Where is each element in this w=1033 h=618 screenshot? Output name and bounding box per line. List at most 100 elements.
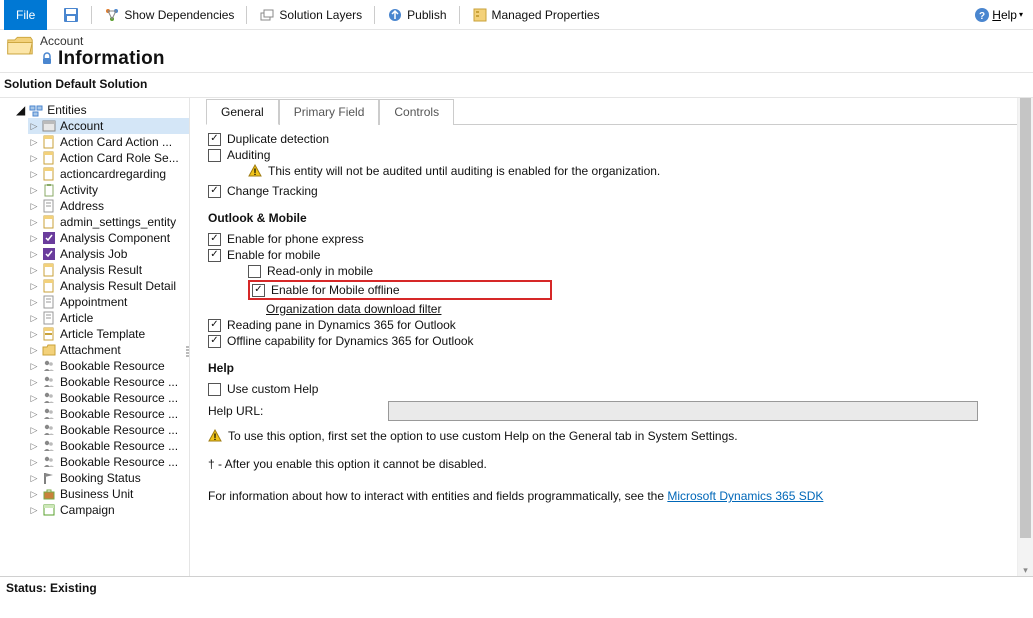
tree-item[interactable]: ▷Activity <box>28 182 189 198</box>
expand-icon[interactable]: ▷ <box>30 473 38 484</box>
expand-icon[interactable]: ▷ <box>30 489 38 500</box>
tree-pane[interactable]: ◢ Entities ▷ Account ▷ Action Card Action .… <box>0 98 190 576</box>
expand-icon[interactable]: ▷ <box>30 505 38 516</box>
expand-icon[interactable]: ▷ <box>30 137 38 148</box>
tree-item[interactable]: ▷Bookable Resource ... <box>28 438 189 454</box>
help-button[interactable]: ? Help ▾ <box>974 7 1029 23</box>
tree-item[interactable]: ▷actioncardregarding <box>28 166 189 182</box>
tree-root-entities[interactable]: ◢ Entities <box>16 102 189 118</box>
tree-item-label: Analysis Component <box>60 231 170 245</box>
tree-item[interactable]: ▷Bookable Resource ... <box>28 454 189 470</box>
tree-item[interactable]: ▷Bookable Resource ... <box>28 374 189 390</box>
tree-item-label: Action Card Action ... <box>60 135 172 149</box>
expand-icon[interactable]: ▷ <box>30 153 38 164</box>
expand-icon[interactable]: ▷ <box>30 265 38 276</box>
expand-icon[interactable]: ▷ <box>30 377 38 388</box>
expand-icon[interactable]: ▷ <box>30 201 38 212</box>
tree-item[interactable]: ▷Bookable Resource ... <box>28 422 189 438</box>
tree-item[interactable]: ▷Analysis Result <box>28 262 189 278</box>
tree-item[interactable]: ▷Attachment <box>28 342 189 358</box>
node-icon <box>42 455 56 469</box>
tree-item[interactable]: ▷Analysis Result Detail <box>28 278 189 294</box>
duplicate-detection-label: Duplicate detection <box>227 132 329 146</box>
tree-item[interactable]: ▷Article Template <box>28 326 189 342</box>
expand-icon[interactable]: ▷ <box>30 297 38 308</box>
mobile-offline-checkbox[interactable] <box>252 284 265 297</box>
use-custom-help-checkbox[interactable] <box>208 383 221 396</box>
node-icon <box>42 439 56 453</box>
auditing-checkbox[interactable] <box>208 149 221 162</box>
change-tracking-checkbox[interactable] <box>208 185 221 198</box>
publish-button[interactable]: Publish <box>379 3 454 27</box>
reading-pane-checkbox[interactable] <box>208 319 221 332</box>
separator <box>374 6 375 24</box>
tree-item-label: Address <box>60 199 104 213</box>
tree-item[interactable]: ▷Business Unit <box>28 486 189 502</box>
tree-item[interactable]: ▷Article <box>28 310 189 326</box>
separator <box>459 6 460 24</box>
tree-item[interactable]: ▷ Account <box>28 118 189 134</box>
file-button[interactable]: File <box>4 0 47 30</box>
tree-item-label: Bookable Resource ... <box>60 391 178 405</box>
tree-item[interactable]: ▷Appointment <box>28 294 189 310</box>
tab-primary-field[interactable]: Primary Field <box>279 99 380 125</box>
tree-item[interactable]: ▷Booking Status <box>28 470 189 486</box>
collapse-icon[interactable]: ◢ <box>16 103 25 117</box>
tree-item[interactable]: ▷ Bookable Resource ... <box>28 390 189 406</box>
solution-layers-button[interactable]: Solution Layers <box>251 3 370 27</box>
scroll-down-icon[interactable]: ▾ <box>1018 565 1033 576</box>
expand-icon[interactable]: ▷ <box>30 233 38 244</box>
expand-icon[interactable]: ▷ <box>30 121 38 132</box>
svg-text:!: ! <box>214 432 217 442</box>
expand-icon[interactable]: ▷ <box>30 217 38 228</box>
enable-mobile-checkbox[interactable] <box>208 249 221 262</box>
readonly-mobile-label: Read-only in mobile <box>267 264 373 278</box>
expand-icon[interactable]: ▷ <box>30 313 38 324</box>
mobile-offline-highlight: Enable for Mobile offline <box>248 280 552 300</box>
tree-item[interactable]: ▷ Action Card Action ... <box>28 134 189 150</box>
expand-icon[interactable]: ▷ <box>30 425 38 436</box>
org-data-filter-link[interactable]: Organization data download filter <box>266 302 441 316</box>
tree-item[interactable]: ▷admin_settings_entity <box>28 214 189 230</box>
expand-icon[interactable]: ▷ <box>30 441 38 452</box>
show-dependencies-button[interactable]: Show Dependencies <box>96 3 242 27</box>
expand-icon[interactable]: ▷ <box>30 409 38 420</box>
expand-icon[interactable]: ▷ <box>30 345 38 356</box>
tree-item[interactable]: ▷Campaign <box>28 502 189 518</box>
node-icon <box>42 151 56 165</box>
folder-icon <box>6 34 34 58</box>
tab-general[interactable]: General <box>206 99 279 125</box>
chevron-down-icon: ▾ <box>1019 10 1023 19</box>
sdk-text: For information about how to interact wi… <box>208 489 667 503</box>
phone-express-checkbox[interactable] <box>208 233 221 246</box>
expand-icon[interactable]: ▷ <box>30 329 38 340</box>
save-icon-button[interactable] <box>55 3 87 27</box>
expand-icon[interactable]: ▷ <box>30 169 38 180</box>
expand-icon[interactable]: ▷ <box>30 281 38 292</box>
offline-capability-checkbox[interactable] <box>208 335 221 348</box>
auditing-label: Auditing <box>227 148 270 162</box>
tree-item[interactable]: ▷Analysis Job <box>28 246 189 262</box>
tree-item[interactable]: ▷ Address <box>28 198 189 214</box>
expand-icon[interactable]: ▷ <box>30 249 38 260</box>
tab-controls[interactable]: Controls <box>379 99 454 125</box>
tree-item[interactable]: ▷Action Card Role Se... <box>28 150 189 166</box>
expand-icon[interactable]: ▷ <box>30 457 38 468</box>
expand-icon[interactable]: ▷ <box>30 393 38 404</box>
duplicate-detection-checkbox[interactable] <box>208 133 221 146</box>
tree-item-label: Account <box>60 119 103 133</box>
tree-item[interactable]: ▷Bookable Resource ... <box>28 406 189 422</box>
help-url-input[interactable] <box>388 401 978 421</box>
readonly-mobile-checkbox[interactable] <box>248 265 261 278</box>
tree-item[interactable]: ▷ Analysis Component <box>28 230 189 246</box>
node-icon <box>42 503 56 517</box>
main-pane: General Primary Field Controls Duplicate… <box>190 98 1033 576</box>
sdk-link[interactable]: Microsoft Dynamics 365 SDK <box>667 489 823 503</box>
tree-item[interactable]: ▷Bookable Resource <box>28 358 189 374</box>
main-scroll-thumb[interactable] <box>1020 98 1031 538</box>
expand-icon[interactable]: ▷ <box>30 361 38 372</box>
dagger-note: † - After you enable this option it cann… <box>208 457 1021 471</box>
managed-properties-button[interactable]: Managed Properties <box>464 3 608 27</box>
main-scroll-track[interactable]: ▴ ▾ <box>1017 98 1033 576</box>
expand-icon[interactable]: ▷ <box>30 185 38 196</box>
